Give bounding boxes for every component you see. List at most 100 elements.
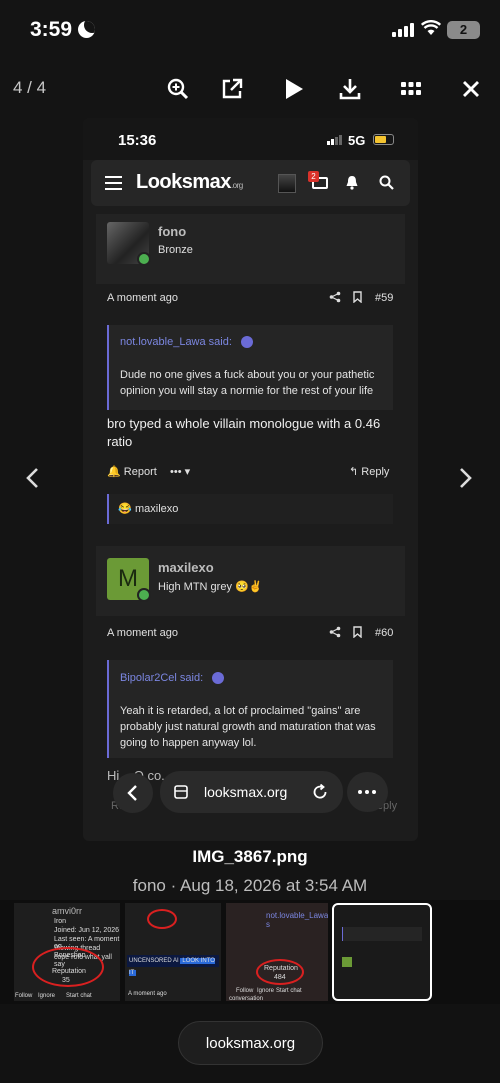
thumb-follow: Follow: [15, 993, 33, 999]
moon-icon: [78, 21, 95, 38]
reload-icon[interactable]: [313, 784, 328, 800]
thumb-joined: Joined: Jun 12, 2026: [54, 927, 119, 934]
post-number[interactable]: #59: [375, 292, 393, 304]
chevron-left-icon: [127, 785, 137, 801]
image-filename: IMG_3867.png: [192, 847, 308, 866]
thumb-ad-label: UNCENSORED AI: [129, 958, 179, 964]
status-time: 3:59: [30, 18, 73, 41]
image-counter: 4 / 4: [13, 78, 47, 97]
thumb-chat: Start chat: [276, 988, 302, 994]
share-icon[interactable]: [329, 626, 341, 638]
reply-icon: ↰: [349, 466, 359, 478]
ellipsis-icon: [358, 790, 376, 794]
status-bar: 3:59 2: [0, 0, 500, 60]
notification-badge: 2: [308, 171, 319, 182]
address-bar[interactable]: looksmax.org: [160, 771, 343, 813]
thumb-chat: Start chat: [66, 993, 92, 999]
thumbnail-3[interactable]: not.lovable_Lawa s Reputation 484 Follow…: [226, 903, 328, 1001]
report-label: Report: [123, 466, 157, 478]
user-title: High MTN grey 🥺✌️: [158, 581, 263, 593]
source-link-button[interactable]: looksmax.org: [178, 1021, 323, 1065]
search-icon[interactable]: [379, 175, 394, 190]
chevron-left-icon: [26, 468, 38, 488]
user-avatar[interactable]: [278, 174, 296, 193]
quote-text: Yeah it is retarded, a lot of proclaimed…: [120, 705, 376, 749]
thumbnail-strip: amvi0rr Iron Joined: Jun 12, 2026 Last s…: [0, 900, 500, 1004]
reply-label: Reply: [361, 466, 390, 478]
quote-author[interactable]: not.lovable_Lawa said:: [120, 336, 232, 348]
post-60-header: M maxilexo High MTN grey 🥺✌️: [96, 546, 405, 616]
quote-block: Bipolar2Cel said: Yeah it is retarded, a…: [107, 660, 393, 758]
thumb-ignore: Ignore: [257, 988, 275, 994]
share-icon[interactable]: [329, 291, 341, 303]
menu-icon[interactable]: [105, 176, 122, 190]
grid-icon[interactable]: [396, 74, 426, 104]
quote-author[interactable]: Bipolar2Cel said:: [120, 672, 203, 684]
bookmark-icon[interactable]: [353, 291, 362, 303]
logo-suffix: .org: [230, 181, 243, 190]
online-indicator: [137, 252, 151, 266]
more-button[interactable]: ••• ▾: [170, 465, 190, 478]
back-button[interactable]: [113, 773, 153, 813]
chevron-right-icon: [460, 468, 472, 488]
reader-icon[interactable]: [174, 785, 188, 799]
cellular-signal-icon: [392, 23, 414, 37]
image-subtitle: fono · Aug 18, 2026 at 3:54 AM: [132, 876, 368, 895]
more-options-button[interactable]: [347, 772, 388, 812]
bell-icon[interactable]: [345, 175, 359, 190]
thumb-reputation-value: 35: [62, 977, 70, 984]
previous-image-button[interactable]: [25, 467, 39, 496]
reaction-user[interactable]: maxilexo: [135, 503, 178, 515]
arrow-up-icon[interactable]: [241, 336, 253, 348]
thumbnail-1[interactable]: amvi0rr Iron Joined: Jun 12, 2026 Last s…: [14, 903, 120, 1001]
zoom-in-icon[interactable]: [163, 74, 193, 104]
thumb-follow: Follow: [236, 988, 254, 994]
online-indicator: [137, 588, 151, 602]
screenshot-preview: 15:36 5G Looksmax.org 2 fono Bronze A mo…: [83, 118, 418, 841]
thumb-conversation: conversation: [229, 996, 264, 1001]
thumb-ad-banner: UNCENSORED AI LOOK INTO IT: [127, 955, 219, 976]
arrow-up-icon[interactable]: [212, 672, 224, 684]
thumbnail-2[interactable]: UNCENSORED AI LOOK INTO IT A moment ago: [125, 903, 221, 1001]
play-icon[interactable]: [279, 74, 309, 104]
bookmark-icon[interactable]: [353, 626, 362, 638]
thumb-reputation-label: Reputation: [52, 968, 86, 975]
site-logo[interactable]: Looksmax.org: [136, 171, 243, 194]
quote-text: Dude no one gives a fuck about you or yo…: [120, 369, 375, 397]
post-body: bro typed a whole villain monologue with…: [107, 416, 381, 449]
inner-time: 15:36: [118, 132, 157, 149]
download-icon[interactable]: [335, 74, 365, 104]
red-circle-annotation: [147, 909, 177, 929]
reply-button[interactable]: ↰ Reply: [349, 465, 389, 478]
site-header: Looksmax.org 2: [91, 160, 410, 206]
close-icon[interactable]: [456, 74, 486, 104]
report-button[interactable]: 🔔 Report: [107, 465, 157, 478]
reactions-bar[interactable]: 😂 maxilexo: [107, 494, 393, 524]
open-external-icon[interactable]: [217, 74, 247, 104]
thumb-quote: not.lovable_Lawa s: [266, 911, 328, 929]
thumb-reputation-value: 484: [274, 974, 286, 981]
url-text: looksmax.org: [204, 784, 288, 800]
bottom-bar: looksmax.org: [0, 1004, 500, 1083]
post-time[interactable]: A moment ago: [107, 627, 178, 639]
thumb-avatar: [342, 957, 352, 967]
next-image-button[interactable]: [459, 467, 473, 496]
user-title: Bronze: [158, 244, 193, 256]
red-circle-annotation: [256, 959, 304, 985]
reaction-emoji: 😂: [118, 503, 132, 515]
thumb-reputation-label: Reputation: [264, 965, 298, 972]
thumbnail-4-selected[interactable]: [332, 903, 432, 1001]
post-number[interactable]: #60: [375, 627, 393, 639]
thumb-ignore: Ignore: [38, 993, 56, 999]
quote-block: not.lovable_Lawa said: Dude no one gives…: [107, 325, 393, 410]
post-username[interactable]: maxilexo: [158, 560, 214, 575]
inner-signal-icon: [327, 135, 342, 145]
thumb-username: amvi0rr: [52, 906, 83, 916]
post-time[interactable]: A moment ago: [107, 292, 178, 304]
inner-network: 5G: [348, 133, 366, 148]
inner-battery-icon: [373, 134, 394, 145]
wifi-icon: [421, 20, 441, 35]
thumb-time: A moment ago: [128, 991, 167, 997]
battery-indicator: 2: [447, 21, 480, 39]
post-username[interactable]: fono: [158, 224, 186, 239]
